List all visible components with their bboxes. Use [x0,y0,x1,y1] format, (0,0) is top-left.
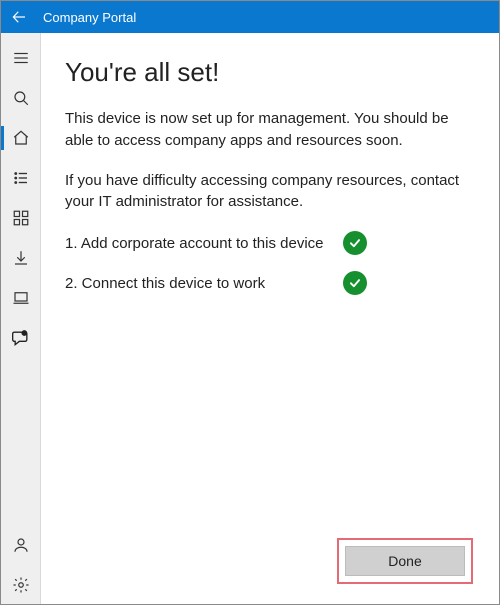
setup-step-label: 1. Add corporate account to this device [65,235,329,252]
device-icon [12,289,30,307]
home-icon [12,129,30,147]
app-title: Company Portal [43,10,136,25]
sidebar-item-profile[interactable] [1,526,41,564]
sidebar: ? [1,33,41,604]
list-icon [12,169,30,187]
grid-icon [12,209,30,227]
step-status-badge [343,271,367,295]
sidebar-item-settings[interactable] [1,566,41,604]
download-icon [12,249,30,267]
intro-paragraph-2: If you have difficulty accessing company… [65,170,475,214]
checkmark-icon [348,236,362,250]
done-highlight: Done [337,538,473,584]
search-icon [12,89,30,107]
back-button[interactable] [9,7,29,27]
page-title: You're all set! [65,57,475,88]
back-arrow-icon [10,8,28,26]
sidebar-item-support[interactable]: ? [1,319,41,357]
checkmark-icon [348,276,362,290]
hamburger-button[interactable] [1,39,41,77]
sidebar-item-apps[interactable] [1,159,41,197]
setup-step: 1. Add corporate account to this device [65,231,475,255]
support-icon: ? [11,328,31,348]
step-status-badge [343,231,367,255]
person-icon [12,536,30,554]
hamburger-icon [12,49,30,67]
search-button[interactable] [1,79,41,117]
sidebar-item-downloads[interactable] [1,239,41,277]
done-button[interactable]: Done [345,546,465,576]
intro-paragraph-1: This device is now set up for management… [65,108,475,152]
sidebar-item-devices[interactable] [1,279,41,317]
main-content: You're all set! This device is now set u… [41,33,499,604]
setup-step: 2. Connect this device to work [65,271,475,295]
body: ? You're all set! This device is now set… [1,33,499,604]
setup-step-label: 2. Connect this device to work [65,275,329,292]
titlebar: Company Portal [1,1,499,33]
sidebar-item-home[interactable] [1,119,41,157]
footer: Done [65,538,475,588]
sidebar-item-categories[interactable] [1,199,41,237]
gear-icon [12,576,30,594]
app-window: Company Portal [0,0,500,605]
